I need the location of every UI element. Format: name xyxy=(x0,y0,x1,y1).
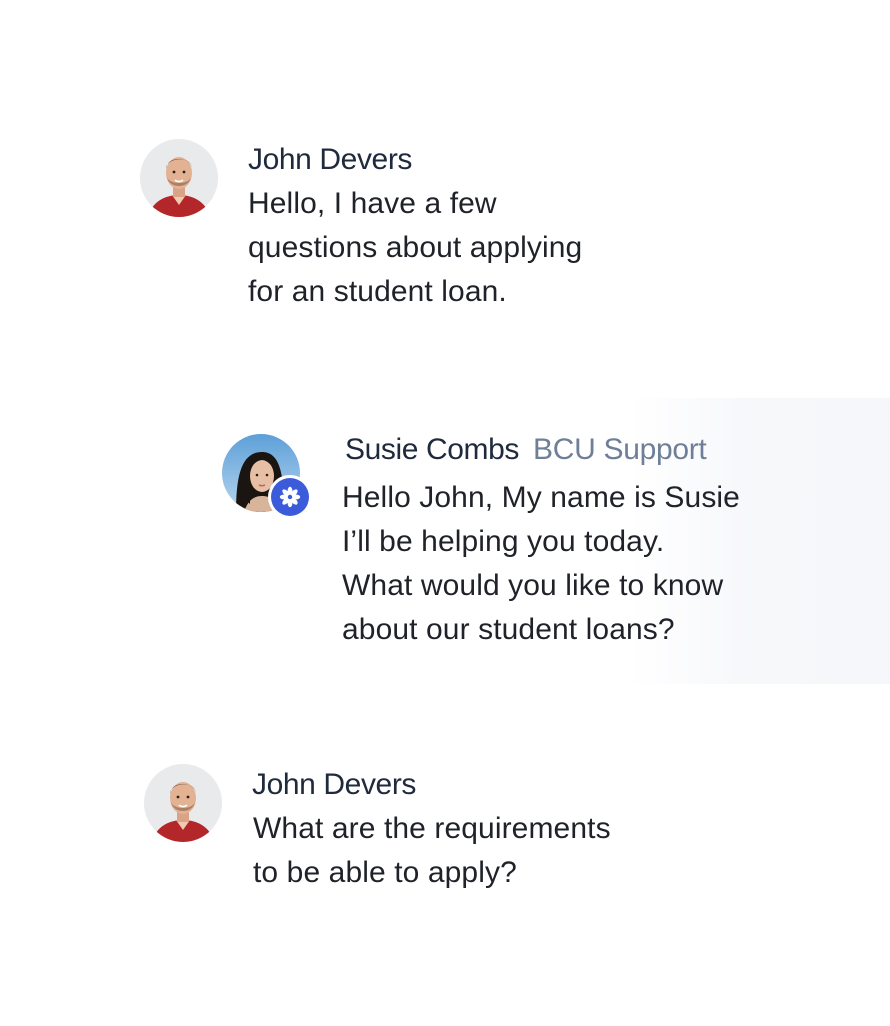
author-name: John Devers xyxy=(252,768,417,801)
message-line: I’ll be helping you today. xyxy=(342,525,665,558)
message-line: Hello, I have a few xyxy=(248,187,497,220)
flower-logo-icon xyxy=(279,486,301,508)
message-text: Hello John, My name is Susie I’ll be hel… xyxy=(342,476,740,652)
message-line: about our student loans? xyxy=(342,613,675,646)
message-text: Hello, I have a few questions about appl… xyxy=(248,182,582,314)
support-badge xyxy=(268,475,312,519)
male-avatar-photo-icon xyxy=(144,764,222,842)
author-role: BCU Support xyxy=(533,433,707,466)
message-line: for an student loan. xyxy=(248,275,507,308)
message-line: Hello John, My name is Susie xyxy=(342,481,740,514)
john-avatar[interactable] xyxy=(140,139,218,217)
message-line: What are the requirements xyxy=(253,812,611,845)
message-line: questions about applying xyxy=(248,231,583,264)
author-header: Susie Combs BCU Support xyxy=(345,432,707,468)
chat-transcript: John Devers Hello, I have a few question… xyxy=(0,0,890,1026)
author-name: John Devers xyxy=(248,143,413,176)
badge-background xyxy=(271,478,309,516)
male-avatar-photo-icon xyxy=(140,139,218,217)
message-line: What would you like to know xyxy=(342,569,724,602)
message-text: What are the requirements to be able to … xyxy=(253,807,611,895)
author-name: Susie Combs xyxy=(345,433,520,466)
message-line: to be able to apply? xyxy=(253,856,517,889)
john-avatar[interactable] xyxy=(144,764,222,842)
